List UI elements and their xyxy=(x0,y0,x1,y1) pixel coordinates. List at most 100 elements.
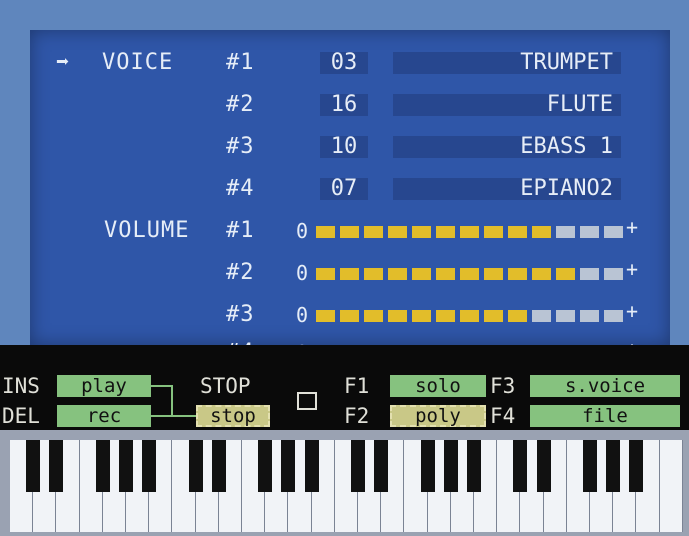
white-key[interactable] xyxy=(659,440,683,532)
volume-segment xyxy=(604,226,623,238)
volume-segment xyxy=(484,226,503,238)
volume-segment xyxy=(484,310,503,322)
s-voice-button[interactable]: s.voice xyxy=(530,375,680,397)
volume-segment xyxy=(388,310,407,322)
poly-button[interactable]: poly xyxy=(390,405,486,427)
voice-label: VOICE xyxy=(102,50,174,75)
black-key[interactable] xyxy=(513,440,528,492)
black-key[interactable] xyxy=(351,440,365,492)
volume-max-1: + xyxy=(626,215,639,239)
volume-segment xyxy=(532,310,551,322)
volume-segment xyxy=(532,226,551,238)
f1-label: F1 xyxy=(344,374,370,398)
black-key[interactable] xyxy=(142,440,157,492)
volume-channel-3: #3 xyxy=(226,302,255,327)
black-key[interactable] xyxy=(536,440,551,492)
black-key[interactable] xyxy=(606,440,621,492)
black-key[interactable] xyxy=(583,440,597,492)
volume-segment xyxy=(532,268,551,280)
volume-min-3: 0 xyxy=(296,303,309,327)
play-button[interactable]: play xyxy=(57,375,151,397)
volume-segment xyxy=(436,310,455,322)
black-key[interactable] xyxy=(188,440,203,492)
volume-segment xyxy=(364,310,383,322)
black-key[interactable] xyxy=(258,440,273,492)
voice-number-1[interactable]: 03 xyxy=(320,52,368,74)
volume-segment xyxy=(412,310,431,322)
black-key[interactable] xyxy=(304,440,319,492)
f4-label: F4 xyxy=(490,404,516,428)
connector-line xyxy=(151,385,173,387)
voice-number-2[interactable]: 16 xyxy=(320,94,368,116)
voice-channel-4: #4 xyxy=(226,176,255,201)
volume-segment xyxy=(460,310,479,322)
black-key[interactable] xyxy=(49,440,64,492)
selection-cursor-icon: ➡ xyxy=(56,50,70,75)
volume-segment xyxy=(484,268,503,280)
volume-channel-2: #2 xyxy=(226,260,255,285)
voice-volume-panel: ➡ VOICE #1 03 TRUMPET #2 16 FLUTE #3 10 … xyxy=(30,30,670,345)
volume-label: VOLUME xyxy=(104,218,190,243)
volume-segment xyxy=(436,226,455,238)
volume-bar-3[interactable] xyxy=(316,310,628,322)
voice-name-3[interactable]: EBASS 1 xyxy=(393,136,621,158)
volume-segment xyxy=(460,226,479,238)
voice-channel-1: #1 xyxy=(226,50,255,75)
connector-line-lower xyxy=(151,415,196,417)
volume-segment xyxy=(388,226,407,238)
voice-channel-2: #2 xyxy=(226,92,255,117)
voice-number-4[interactable]: 07 xyxy=(320,178,368,200)
black-key[interactable] xyxy=(467,440,481,492)
volume-segment xyxy=(460,268,479,280)
voice-number-3[interactable]: 10 xyxy=(320,136,368,158)
voice-name-4[interactable]: EPIANO2 xyxy=(393,178,621,200)
volume-segment xyxy=(508,310,527,322)
black-key[interactable] xyxy=(26,440,41,492)
rec-button[interactable]: rec xyxy=(57,405,151,427)
volume-segment xyxy=(340,226,359,238)
volume-segment xyxy=(364,226,383,238)
black-key[interactable] xyxy=(443,440,458,492)
volume-min-2: 0 xyxy=(296,261,309,285)
voice-name-1[interactable]: TRUMPET xyxy=(393,52,621,74)
stop-button[interactable]: stop xyxy=(196,405,270,427)
volume-channel-1: #1 xyxy=(226,218,255,243)
del-label: DEL xyxy=(2,404,40,428)
volume-segment xyxy=(604,310,623,322)
voice-name-2[interactable]: FLUTE xyxy=(393,94,621,116)
volume-segment xyxy=(340,268,359,280)
black-key[interactable] xyxy=(374,440,389,492)
volume-segment xyxy=(316,310,335,322)
stop-label: STOP xyxy=(200,374,251,398)
volume-segment xyxy=(580,310,599,322)
black-key[interactable] xyxy=(420,440,435,492)
volume-bar-2[interactable] xyxy=(316,268,628,280)
volume-segment xyxy=(604,268,623,280)
connector-line-vertical xyxy=(171,385,173,417)
black-key[interactable] xyxy=(629,440,644,492)
volume-bar-1[interactable] xyxy=(316,226,628,238)
volume-segment xyxy=(316,226,335,238)
black-key[interactable] xyxy=(281,440,296,492)
volume-segment xyxy=(556,310,575,322)
black-key[interactable] xyxy=(211,440,226,492)
volume-segment xyxy=(556,226,575,238)
volume-segment xyxy=(412,268,431,280)
voice-channel-3: #3 xyxy=(226,134,255,159)
volume-max-3: + xyxy=(626,299,639,323)
volume-segment xyxy=(316,268,335,280)
black-key[interactable] xyxy=(119,440,133,492)
f3-label: F3 xyxy=(490,374,516,398)
synth-screen: ➡ VOICE #1 03 TRUMPET #2 16 FLUTE #3 10 … xyxy=(0,0,689,536)
volume-segment xyxy=(364,268,383,280)
file-button[interactable]: file xyxy=(530,405,680,427)
ins-label: INS xyxy=(2,374,40,398)
volume-segment xyxy=(508,268,527,280)
volume-segment xyxy=(580,226,599,238)
volume-min-1: 0 xyxy=(296,219,309,243)
piano-keyboard[interactable] xyxy=(0,430,689,536)
volume-segment xyxy=(388,268,407,280)
solo-button[interactable]: solo xyxy=(390,375,486,397)
black-key[interactable] xyxy=(95,440,110,492)
volume-segment xyxy=(340,310,359,322)
